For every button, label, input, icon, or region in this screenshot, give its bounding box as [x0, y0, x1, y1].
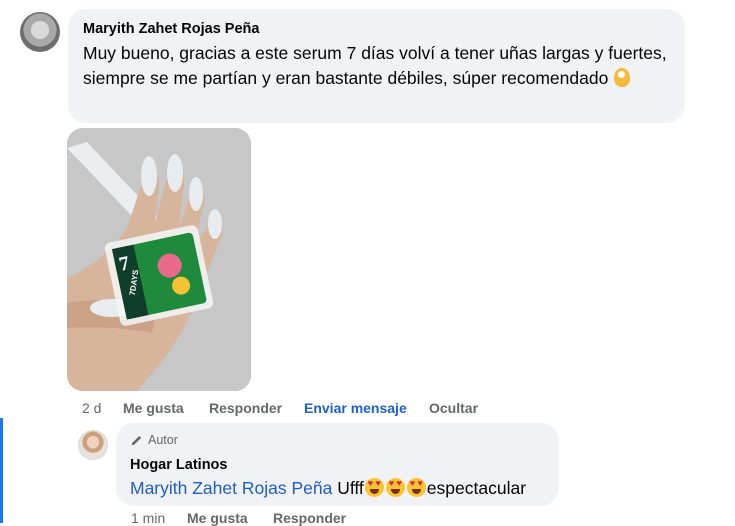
pencil-icon — [131, 435, 142, 446]
reply-text-end: espectacular — [426, 478, 527, 498]
mention-link[interactable]: Maryith Zahet Rojas Peña — [130, 478, 332, 498]
heart-eyes-emoji-icon — [385, 478, 405, 497]
comment-photo[interactable]: 7 7DAYS — [67, 128, 251, 391]
like-button[interactable]: Me gusta — [123, 400, 184, 416]
reply-time[interactable]: 1 min — [131, 510, 165, 526]
comment-text-content: Muy bueno, gracias a este serum 7 días v… — [83, 43, 667, 88]
reply-bubble: Autor Hogar Latinos Maryith Zahet Rojas … — [116, 423, 559, 506]
heart-eyes-emoji-icon — [406, 478, 426, 497]
thread-indicator — [0, 418, 3, 523]
reply-text: Maryith Zahet Rojas Peña Ufff espectacula… — [130, 476, 545, 500]
comment-bubble: Maryith Zahet Rojas Peña Muy bueno, grac… — [68, 9, 685, 123]
reply-text-start: Ufff — [337, 478, 364, 498]
ok-hand-emoji-icon — [614, 68, 631, 87]
comment-text: Muy bueno, gracias a este serum 7 días v… — [83, 41, 670, 91]
nail-serum-photo: 7 7DAYS — [67, 128, 251, 391]
reply-author[interactable]: Hogar Latinos — [130, 456, 545, 474]
comment-time[interactable]: 2 d — [82, 400, 101, 416]
comment-author[interactable]: Maryith Zahet Rojas Peña — [83, 20, 670, 38]
reply-button[interactable]: Responder — [209, 400, 282, 416]
author-badge-label: Autor — [148, 433, 178, 447]
commenter-avatar[interactable] — [20, 12, 60, 52]
heart-eyes-emoji-icon — [364, 478, 384, 497]
hide-button[interactable]: Ocultar — [429, 400, 478, 416]
author-avatar[interactable] — [78, 430, 108, 460]
reply-like-button[interactable]: Me gusta — [187, 510, 248, 526]
reply-reply-button[interactable]: Responder — [273, 510, 346, 526]
author-badge: Autor — [130, 433, 545, 448]
send-message-button[interactable]: Enviar mensaje — [304, 400, 407, 416]
